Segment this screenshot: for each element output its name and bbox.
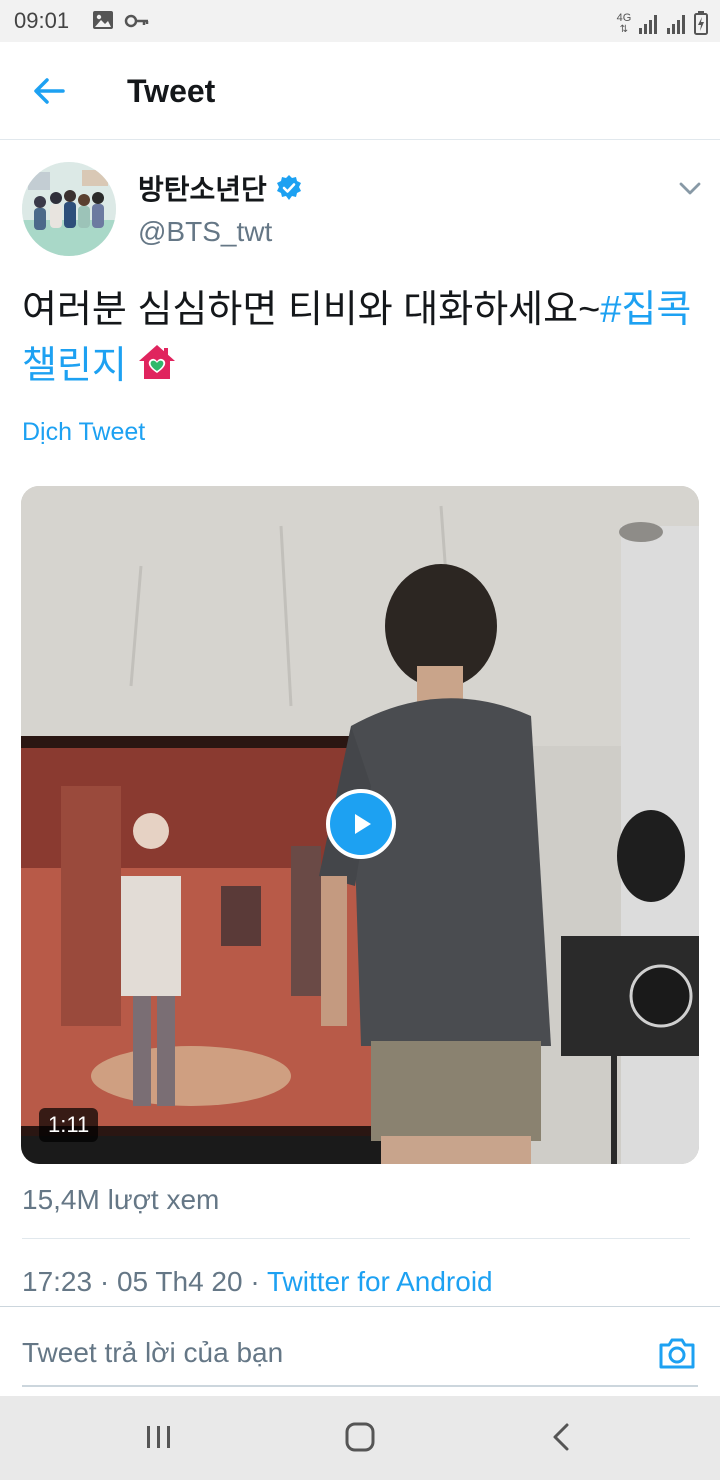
author-handle[interactable]: @BTS_twt — [138, 216, 272, 248]
reply-bar: Tweet trả lời của bạn — [0, 1306, 720, 1396]
reply-input[interactable]: Tweet trả lời của bạn — [22, 1337, 283, 1369]
divider — [22, 1238, 690, 1239]
status-time: 09:01 — [14, 8, 70, 33]
video-player[interactable]: 1:11 — [21, 486, 699, 1164]
chevron-down-icon[interactable] — [676, 176, 704, 200]
signal-icon — [639, 15, 657, 34]
gallery-icon — [93, 11, 113, 29]
tweet-body: 여러분 심심하면 티비와 대화하세요~ — [22, 289, 601, 331]
signal-icon — [667, 15, 685, 34]
video-duration: 1:11 — [39, 1108, 99, 1142]
tweet-source-link[interactable]: Twitter for Android — [267, 1266, 493, 1297]
back-icon[interactable] — [548, 1422, 574, 1452]
tweet-time: 17:23 — [22, 1266, 93, 1297]
verified-badge-icon — [276, 175, 301, 200]
status-bar: 09:01 4G ⇅ — [0, 0, 720, 42]
status-right-icons: 4G ⇅ — [616, 7, 708, 35]
play-icon — [355, 814, 371, 834]
battery-charging-icon — [694, 11, 708, 35]
house-with-heart-icon — [139, 345, 176, 379]
home-icon[interactable] — [344, 1421, 376, 1453]
author-name-row: 방탄소년단 — [138, 168, 303, 208]
network-4g-icon: 4G ⇅ — [616, 12, 632, 36]
meta-separator: · — [99, 1266, 110, 1297]
recent-apps-icon[interactable] — [144, 1424, 174, 1450]
view-count: 15,4M lượt xem — [22, 1184, 220, 1215]
back-button[interactable] — [24, 68, 74, 114]
translate-tweet-link[interactable]: Dịch Tweet — [22, 418, 145, 447]
tweet-date: 05 Th4 20 — [116, 1266, 243, 1297]
meta-separator: · — [250, 1266, 260, 1297]
system-nav-bar — [0, 1396, 720, 1480]
tweet-meta: 17:23 · 05 Th4 20 · Twitter for Android — [22, 1266, 493, 1298]
arrow-left-icon — [34, 78, 65, 104]
page-title: Tweet — [127, 73, 216, 109]
author-name[interactable]: 방탄소년단 — [138, 168, 267, 208]
key-icon — [124, 14, 149, 28]
tweet-text: 여러분 심심하면 티비와 대화하세요~#집콕챌린지 — [22, 282, 706, 394]
camera-icon[interactable] — [657, 1333, 697, 1373]
play-button[interactable] — [326, 789, 396, 859]
avatar[interactable] — [22, 162, 116, 256]
reply-underline — [22, 1385, 698, 1387]
app-header: Tweet — [0, 42, 720, 140]
